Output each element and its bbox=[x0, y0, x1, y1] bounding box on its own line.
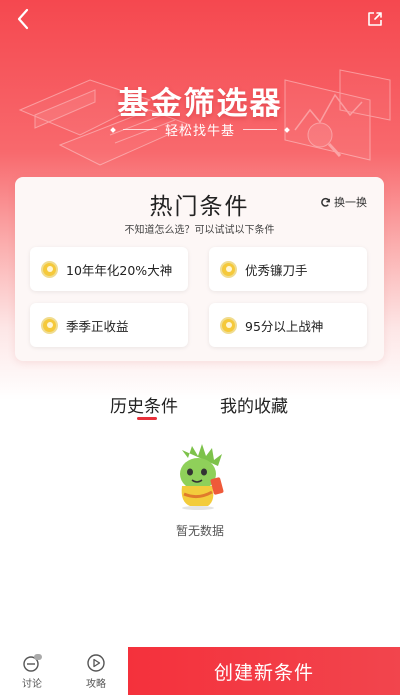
refresh-icon bbox=[321, 197, 330, 207]
diamond-icon bbox=[284, 126, 290, 133]
condition-label: 10年年化20%大神 bbox=[66, 262, 173, 278]
hot-conditions-hint: 不知道怎么选？可以试试以下条件 bbox=[124, 225, 275, 236]
discuss-label: 讨论 bbox=[22, 678, 42, 690]
condition-button[interactable]: 10年年化20%大神 bbox=[30, 247, 188, 291]
chevron-left-icon bbox=[17, 8, 29, 30]
hot-conditions-card: 热门条件 换一换 不知道怎么选？可以试试以下条件 10年年化20%大神 优秀镰刀… bbox=[15, 177, 384, 361]
condition-label: 优秀镰刀手 bbox=[245, 262, 308, 278]
refresh-button[interactable]: 换一换 bbox=[320, 194, 367, 210]
empty-state-text: 暂无数据 bbox=[175, 524, 224, 538]
diamond-icon bbox=[110, 126, 116, 133]
guide-button[interactable]: 攻略 bbox=[76, 647, 116, 695]
coin-icon bbox=[220, 260, 237, 278]
discuss-button[interactable]: 讨论 bbox=[12, 647, 52, 695]
page-title: 基金筛选器 bbox=[117, 86, 283, 122]
condition-tabs: 历史条件 我的收藏 bbox=[0, 392, 400, 422]
discuss-icon bbox=[23, 653, 42, 672]
condition-button[interactable]: 优秀镰刀手 bbox=[209, 247, 367, 291]
coin-icon bbox=[220, 316, 237, 334]
coin-icon bbox=[41, 316, 58, 334]
tab-favorites[interactable]: 我的收藏 bbox=[220, 392, 288, 417]
tab-history[interactable]: 历史条件 bbox=[110, 392, 178, 417]
condition-button[interactable]: 95分以上战神 bbox=[209, 303, 367, 347]
create-condition-button[interactable]: 创建新条件 bbox=[128, 647, 400, 695]
coin-icon bbox=[41, 260, 58, 278]
share-button[interactable] bbox=[364, 8, 386, 30]
subtitle-row: 轻松找牛基 bbox=[0, 120, 400, 139]
condition-button[interactable]: 季季正收益 bbox=[30, 303, 188, 347]
back-button[interactable] bbox=[10, 6, 36, 32]
empty-state-mascot bbox=[180, 444, 224, 510]
divider bbox=[243, 129, 277, 130]
share-icon bbox=[368, 12, 382, 26]
divider bbox=[122, 129, 157, 130]
guide-label: 攻略 bbox=[86, 678, 106, 690]
page-subtitle: 轻松找牛基 bbox=[164, 124, 235, 139]
refresh-label: 换一换 bbox=[334, 196, 367, 209]
play-circle-icon bbox=[87, 653, 105, 672]
condition-label: 季季正收益 bbox=[66, 318, 129, 334]
condition-label: 95分以上战神 bbox=[245, 318, 324, 334]
active-tab-indicator bbox=[137, 417, 157, 420]
